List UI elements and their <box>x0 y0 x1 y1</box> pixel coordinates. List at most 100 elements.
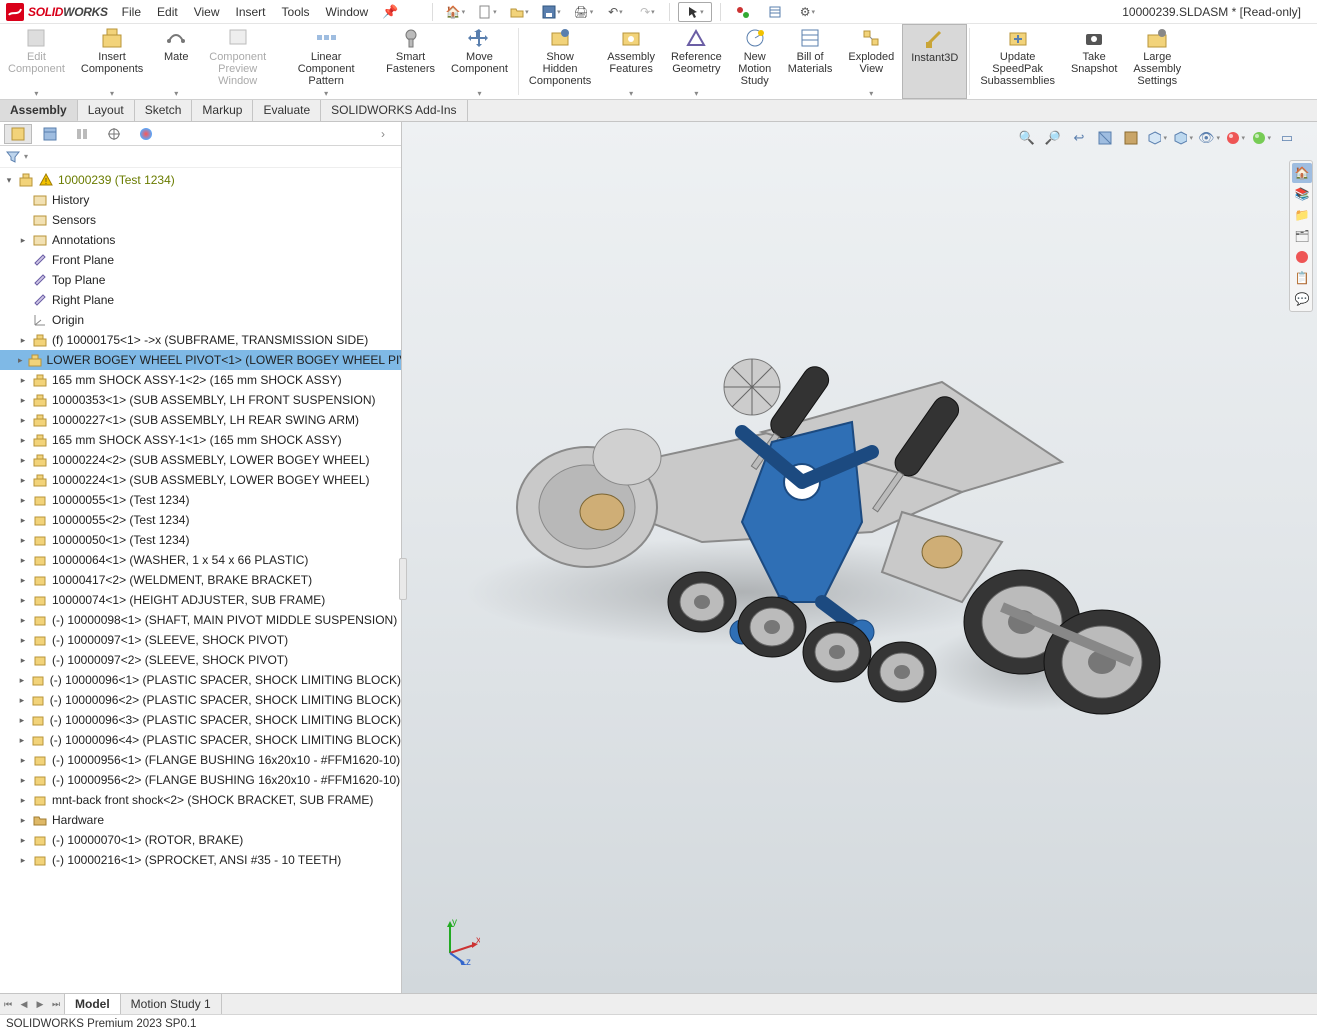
new-motion-study-button[interactable]: NewMotionStudy <box>730 24 780 99</box>
tree-item[interactable]: ▸(-) 10000096<3> (PLASTIC SPACER, SHOCK … <box>0 710 401 730</box>
tree-item[interactable]: ▸10000224<2> (SUB ASSMEBLY, LOWER BOGEY … <box>0 450 401 470</box>
show-hidden-components-button[interactable]: ShowHiddenComponents <box>521 24 599 99</box>
tree-item[interactable]: ▸10000055<1> (Test 1234) <box>0 490 401 510</box>
mate-button[interactable]: Mate <box>151 24 201 99</box>
tree-item[interactable]: ▸Annotations <box>0 230 401 250</box>
instant3d-button[interactable]: Instant3D <box>902 24 967 99</box>
graphics-viewport[interactable]: 🔍 🔎 ↩ 👁 ▭ 🏠 <box>402 122 1317 993</box>
zoom-area-icon[interactable]: 🔎 <box>1043 128 1063 148</box>
tab-nav-last-icon[interactable]: ⏭ <box>48 994 64 1014</box>
task-resources-icon[interactable]: 🏠 <box>1292 163 1312 183</box>
tree-tab-display-manager[interactable] <box>132 124 160 144</box>
menu-view[interactable]: View <box>194 5 220 19</box>
tab-nav-next-icon[interactable]: ▶ <box>32 994 48 1014</box>
display-style-icon[interactable] <box>1173 128 1193 148</box>
tree-item[interactable]: ▸165 mm SHOCK ASSY-1<1> (165 mm SHOCK AS… <box>0 430 401 450</box>
feature-tree[interactable]: ▾ ! 10000239 (Test 1234) HistorySensors▸… <box>0 168 401 993</box>
tab-nav-prev-icon[interactable]: ◀ <box>16 994 32 1014</box>
task-view-palette-icon[interactable]: 🗂 <box>1292 226 1312 246</box>
zoom-fit-icon[interactable]: 🔍 <box>1017 128 1037 148</box>
pin-icon[interactable]: 📌 <box>382 4 398 20</box>
bottom-tab-motion-study-1[interactable]: Motion Study 1 <box>121 994 222 1014</box>
print-button[interactable]: 🖨 <box>569 2 597 22</box>
exploded-view-button[interactable]: ExplodedView <box>840 24 902 99</box>
bill-of-materials-button[interactable]: Bill ofMaterials <box>780 24 841 99</box>
task-design-library-icon[interactable]: 📚 <box>1292 184 1312 204</box>
menu-insert[interactable]: Insert <box>236 5 266 19</box>
previous-view-icon[interactable]: ↩ <box>1069 128 1089 148</box>
tree-tab-expand-icon[interactable]: › <box>369 124 397 144</box>
tree-item[interactable]: ▸10000224<1> (SUB ASSMEBLY, LOWER BOGEY … <box>0 470 401 490</box>
task-file-explorer-icon[interactable]: 📁 <box>1292 205 1312 225</box>
tab-markup[interactable]: Markup <box>192 100 253 121</box>
bottom-tab-model[interactable]: Model <box>65 994 121 1014</box>
tree-item[interactable]: ▸(-) 10000097<1> (SLEEVE, SHOCK PIVOT) <box>0 630 401 650</box>
tree-item[interactable]: ▸mnt-back front shock<2> (SHOCK BRACKET,… <box>0 790 401 810</box>
tree-item[interactable]: ▸10000353<1> (SUB ASSEMBLY, LH FRONT SUS… <box>0 390 401 410</box>
menu-edit[interactable]: Edit <box>157 5 178 19</box>
tree-item[interactable]: Origin <box>0 310 401 330</box>
tree-item[interactable]: Right Plane <box>0 290 401 310</box>
tree-item[interactable]: ▸LOWER BOGEY WHEEL PIVOT<1> (LOWER BOGEY… <box>0 350 401 370</box>
tree-item[interactable]: ▸Hardware <box>0 810 401 830</box>
tree-item[interactable]: ▸10000227<1> (SUB ASSEMBLY, LH REAR SWIN… <box>0 410 401 430</box>
tree-item[interactable]: ▸(-) 10000216<1> (SPROCKET, ANSI #35 - 1… <box>0 850 401 870</box>
smart-fasteners-button[interactable]: SmartFasteners <box>378 24 443 99</box>
task-custom-properties-icon[interactable]: 📋 <box>1292 268 1312 288</box>
tree-item[interactable]: ▸10000074<1> (HEIGHT ADJUSTER, SUB FRAME… <box>0 590 401 610</box>
hide-show-icon[interactable]: 👁 <box>1199 128 1219 148</box>
assembly-features-button[interactable]: AssemblyFeatures <box>599 24 663 99</box>
apply-scene-icon[interactable] <box>1251 128 1271 148</box>
tree-item[interactable]: Sensors <box>0 210 401 230</box>
dynamic-annotation-icon[interactable] <box>1121 128 1141 148</box>
tab-nav-first-icon[interactable]: ⏮ <box>0 994 16 1014</box>
tree-item[interactable]: History <box>0 190 401 210</box>
tree-item[interactable]: ▸(-) 10000098<1> (SHAFT, MAIN PIVOT MIDD… <box>0 610 401 630</box>
tree-tab-configuration-manager[interactable] <box>68 124 96 144</box>
tree-filter-row[interactable]: ▾ <box>0 146 401 168</box>
tree-item[interactable]: ▸(-) 10000956<2> (FLANGE BUSHING 16x20x1… <box>0 770 401 790</box>
menu-tools[interactable]: Tools <box>282 5 310 19</box>
tab-sketch[interactable]: Sketch <box>135 100 193 121</box>
tree-item[interactable]: ▸10000064<1> (WASHER, 1 x 54 x 66 PLASTI… <box>0 550 401 570</box>
reference-geometry-button[interactable]: ReferenceGeometry <box>663 24 730 99</box>
move-component-button[interactable]: MoveComponent <box>443 24 516 99</box>
tree-item[interactable]: Top Plane <box>0 270 401 290</box>
take-snapshot-button[interactable]: TakeSnapshot <box>1063 24 1125 99</box>
view-settings-icon[interactable]: ▭ <box>1277 128 1297 148</box>
tree-item[interactable]: ▸165 mm SHOCK ASSY-1<2> (165 mm SHOCK AS… <box>0 370 401 390</box>
view-orientation-icon[interactable] <box>1147 128 1167 148</box>
new-button[interactable] <box>473 2 501 22</box>
tree-item[interactable]: ▸(-) 10000070<1> (ROTOR, BRAKE) <box>0 830 401 850</box>
open-button[interactable] <box>505 2 533 22</box>
tree-item[interactable]: ▸10000050<1> (Test 1234) <box>0 530 401 550</box>
menu-window[interactable]: Window <box>326 5 369 19</box>
update-speedpak-button[interactable]: UpdateSpeedPakSubassemblies <box>972 24 1063 99</box>
tab-layout[interactable]: Layout <box>78 100 135 121</box>
tree-item[interactable]: Front Plane <box>0 250 401 270</box>
tree-tab-feature-manager[interactable] <box>4 124 32 144</box>
home-button[interactable]: 🏠 <box>441 2 469 22</box>
tab-solidworks-add-ins[interactable]: SOLIDWORKS Add-Ins <box>321 100 467 121</box>
tree-item[interactable]: ▸(-) 10000096<1> (PLASTIC SPACER, SHOCK … <box>0 670 401 690</box>
settings-button[interactable]: ⚙ <box>793 2 821 22</box>
splitter-handle[interactable] <box>399 558 407 600</box>
tree-root[interactable]: ▾ ! 10000239 (Test 1234) <box>0 170 401 190</box>
linear-component-pattern-button[interactable]: Linear ComponentPattern <box>274 24 378 99</box>
undo-button[interactable]: ↶ <box>601 2 629 22</box>
tree-item[interactable]: ▸10000417<2> (WELDMENT, BRAKE BRACKET) <box>0 570 401 590</box>
save-button[interactable] <box>537 2 565 22</box>
tree-item[interactable]: ▸(-) 10000097<2> (SLEEVE, SHOCK PIVOT) <box>0 650 401 670</box>
select-button[interactable] <box>678 2 712 22</box>
menu-file[interactable]: File <box>122 5 141 19</box>
tree-item[interactable]: ▸(f) 10000175<1> ->x (SUBFRAME, TRANSMIS… <box>0 330 401 350</box>
task-appearances-icon[interactable] <box>1292 247 1312 267</box>
tree-tab-dimxpert[interactable] <box>100 124 128 144</box>
section-view-icon[interactable] <box>1095 128 1115 148</box>
tree-item[interactable]: ▸(-) 10000096<2> (PLASTIC SPACER, SHOCK … <box>0 690 401 710</box>
tab-assembly[interactable]: Assembly <box>0 100 78 121</box>
tree-item[interactable]: ▸(-) 10000096<4> (PLASTIC SPACER, SHOCK … <box>0 730 401 750</box>
edit-appearance-icon[interactable] <box>1225 128 1245 148</box>
task-forum-icon[interactable]: 💬 <box>1292 289 1312 309</box>
tab-evaluate[interactable]: Evaluate <box>253 100 321 121</box>
